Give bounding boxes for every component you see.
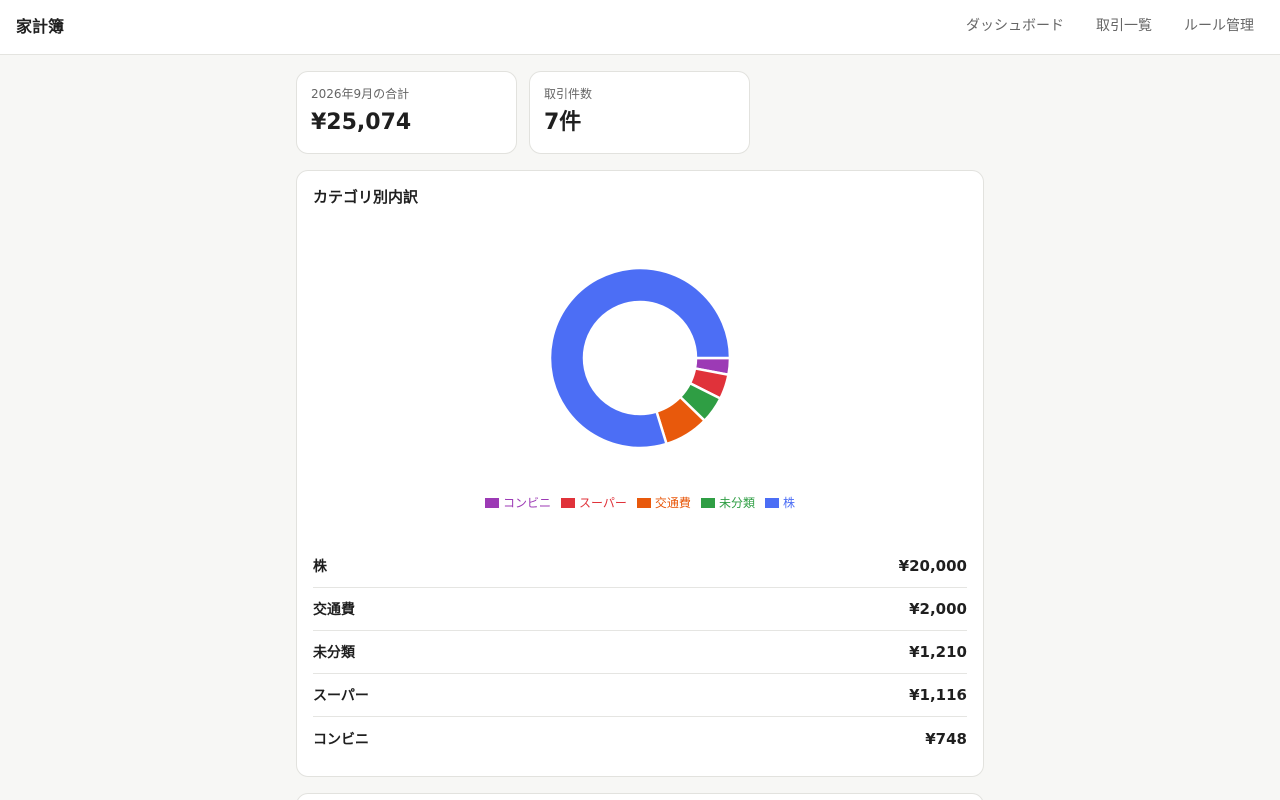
legend-swatch xyxy=(485,498,500,508)
legend-item[interactable]: 交通費 xyxy=(636,495,691,511)
category-amount: ¥20,000 xyxy=(898,557,967,575)
nav-dashboard[interactable]: ダッシュボード xyxy=(966,16,1064,36)
category-row: スーパー ¥1,116 xyxy=(313,674,967,717)
legend-swatch xyxy=(561,498,576,508)
nav-transactions[interactable]: 取引一覧 xyxy=(1096,16,1152,36)
category-row: コンビニ ¥748 xyxy=(313,717,967,760)
legend-item[interactable]: スーパー xyxy=(561,495,627,511)
legend-swatch xyxy=(764,498,779,508)
legend-swatch xyxy=(700,498,715,508)
count-card: 取引件数 7件 xyxy=(529,71,750,154)
nav-rules[interactable]: ルール管理 xyxy=(1184,16,1254,36)
total-card: 2026年9月の合計 ¥25,074 xyxy=(296,71,517,154)
category-row: 交通費 ¥2,000 xyxy=(313,588,967,631)
legend-label: コンビニ xyxy=(503,496,552,510)
category-list: 株 ¥20,000 交通費 ¥2,000 未分類 ¥1,210 スーパー ¥1,… xyxy=(313,545,967,760)
legend-item[interactable]: コンビニ xyxy=(485,495,551,511)
total-label: 2026年9月の合計 xyxy=(311,87,410,101)
count-label: 取引件数 xyxy=(544,87,593,101)
category-name: 交通費 xyxy=(313,602,355,618)
category-name: 未分類 xyxy=(313,645,355,661)
category-row: 未分類 ¥1,210 xyxy=(313,631,967,674)
chart-legend: コンビニ スーパー 交通費 未分類 株 xyxy=(297,495,983,511)
category-amount: ¥748 xyxy=(925,729,967,748)
app-title[interactable]: 家計簿 xyxy=(16,16,64,38)
legend-swatch xyxy=(636,498,651,508)
legend-label: 交通費 xyxy=(654,496,691,510)
legend-label: スーパー xyxy=(579,496,627,510)
legend-label: 株 xyxy=(782,496,795,510)
main-nav: ダッシュボード 取引一覧 ルール管理 xyxy=(966,16,1254,36)
category-amount: ¥1,210 xyxy=(909,643,967,661)
legend-item[interactable]: 未分類 xyxy=(700,495,755,511)
next-card xyxy=(296,793,984,800)
category-name: コンビニ xyxy=(313,731,369,748)
total-value: ¥25,074 xyxy=(311,110,412,135)
category-breakdown-card: カテゴリ別内訳 コンビニ スーパー 交通費 未分類株 株 ¥20,000 交通費 ¥2… xyxy=(296,170,984,777)
legend-label: 未分類 xyxy=(718,496,755,510)
top-bar: 家計簿 ダッシュボード 取引一覧 ルール管理 xyxy=(0,0,1280,55)
category-amount: ¥2,000 xyxy=(909,600,967,618)
category-row: 株 ¥20,000 xyxy=(313,545,967,588)
category-amount: ¥1,116 xyxy=(909,686,967,704)
count-value: 7件 xyxy=(544,110,582,135)
donut-chart xyxy=(548,266,732,450)
category-name: スーパー xyxy=(313,688,369,704)
category-name: 株 xyxy=(313,559,327,575)
legend-item[interactable]: 株 xyxy=(764,495,795,511)
